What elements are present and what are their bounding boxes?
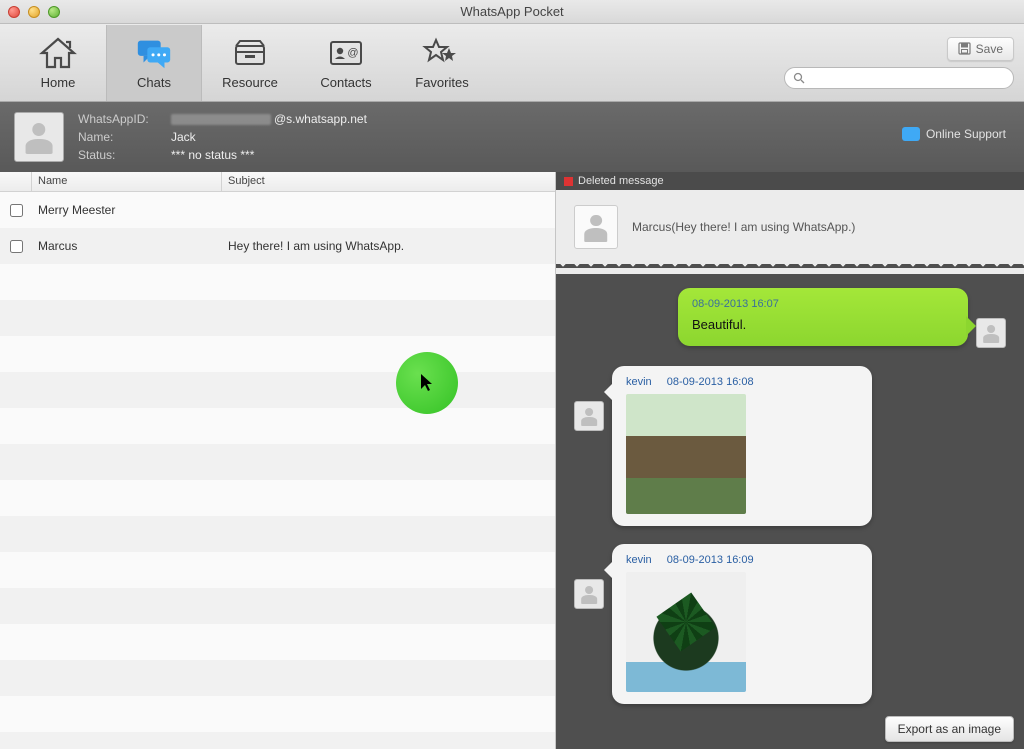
chat-header-text: Marcus(Hey there! I am using WhatsApp.)	[632, 220, 855, 234]
message-bubble[interactable]: kevin 08-09-2013 16:08	[612, 366, 872, 526]
status-label: Status:	[78, 148, 163, 162]
toolbar-favorites[interactable]: Favorites	[394, 25, 490, 101]
save-icon	[958, 42, 971, 55]
message-timestamp: 08-09-2013 16:07	[692, 298, 954, 310]
toolbar: Home Chats Resource @ Contacts Favorites	[0, 24, 1024, 102]
minimize-window-button[interactable]	[28, 6, 40, 18]
messages-area[interactable]: 08-09-2013 16:07 Beautiful. kevin 08-09-…	[556, 274, 1024, 749]
name-value: Jack	[171, 130, 196, 144]
whatsappid-value: @s.whatsapp.net	[171, 112, 367, 126]
support-icon	[902, 127, 920, 141]
contacts-icon: @	[326, 35, 366, 71]
export-label: Export as an image	[898, 722, 1001, 736]
message-sender: kevin	[626, 376, 652, 388]
message-timestamp: 08-09-2013 16:08	[667, 376, 754, 388]
message-avatar	[574, 579, 604, 609]
toolbar-label: Favorites	[415, 75, 468, 90]
toolbar-label: Resource	[222, 75, 278, 90]
chat-panel: Deleted message Marcus(Hey there! I am u…	[556, 172, 1024, 749]
zoom-window-button[interactable]	[48, 6, 60, 18]
toolbar-label: Contacts	[320, 75, 371, 90]
message-image[interactable]	[626, 572, 746, 692]
header-name[interactable]: Name	[32, 172, 222, 191]
cursor-icon	[419, 373, 435, 393]
toolbar-label: Home	[41, 75, 76, 90]
message-bubble[interactable]: 08-09-2013 16:07 Beautiful.	[678, 288, 968, 346]
online-support-label: Online Support	[926, 127, 1006, 141]
row-name: Marcus	[32, 239, 222, 253]
chat-list-panel: Name Subject Merry Meester Marcus Hey th…	[0, 172, 556, 749]
message-row-outgoing: 08-09-2013 16:07 Beautiful.	[574, 288, 1006, 348]
list-rows: Merry Meester Marcus Hey there! I am usi…	[0, 192, 555, 749]
search-input-wrapper[interactable]	[784, 67, 1014, 89]
message-avatar	[976, 318, 1006, 348]
save-button[interactable]: Save	[947, 37, 1014, 61]
header-subject[interactable]: Subject	[222, 172, 555, 191]
message-sender: kevin	[626, 554, 652, 566]
row-subject: Hey there! I am using WhatsApp.	[222, 239, 555, 253]
deleted-message-legend: Deleted message	[556, 172, 1024, 190]
list-item[interactable]: Marcus Hey there! I am using WhatsApp.	[0, 228, 555, 264]
home-icon	[38, 35, 78, 71]
close-window-button[interactable]	[8, 6, 20, 18]
toolbar-chats[interactable]: Chats	[106, 25, 202, 101]
status-value: *** no status ***	[171, 148, 254, 162]
window-title: WhatsApp Pocket	[460, 4, 563, 19]
cursor-highlight	[396, 352, 458, 414]
contact-avatar	[14, 112, 64, 162]
message-bubble[interactable]: kevin 08-09-2013 16:09	[612, 544, 872, 704]
search-icon	[793, 72, 805, 84]
toolbar-home[interactable]: Home	[10, 25, 106, 101]
message-image[interactable]	[626, 394, 746, 514]
message-avatar	[574, 401, 604, 431]
row-checkbox[interactable]	[10, 240, 23, 253]
resource-icon	[230, 35, 270, 71]
save-label: Save	[976, 42, 1003, 56]
chats-icon	[134, 35, 174, 71]
svg-text:@: @	[347, 47, 358, 59]
toolbar-label: Chats	[137, 75, 171, 90]
list-header: Name Subject	[0, 172, 555, 192]
window-controls	[8, 6, 60, 18]
message-text: Beautiful.	[692, 317, 746, 332]
contact-info-bar: WhatsAppID: @s.whatsapp.net Name: Jack S…	[0, 102, 1024, 172]
chat-contact-avatar	[574, 205, 618, 249]
deleted-indicator-icon	[564, 177, 573, 186]
favorites-icon	[422, 35, 462, 71]
online-support-link[interactable]: Online Support	[902, 127, 1006, 141]
chat-header: Marcus(Hey there! I am using WhatsApp.)	[556, 190, 1024, 264]
message-row-incoming: kevin 08-09-2013 16:08	[574, 366, 1006, 526]
deleted-label: Deleted message	[578, 175, 664, 187]
message-timestamp: 08-09-2013 16:09	[667, 554, 754, 566]
list-item[interactable]: Merry Meester	[0, 192, 555, 228]
toolbar-contacts[interactable]: @ Contacts	[298, 25, 394, 101]
search-input[interactable]	[810, 71, 1005, 85]
name-label: Name:	[78, 130, 163, 144]
whatsappid-label: WhatsAppID:	[78, 112, 163, 126]
titlebar: WhatsApp Pocket	[0, 0, 1024, 24]
row-name: Merry Meester	[32, 203, 222, 217]
message-row-incoming: kevin 08-09-2013 16:09	[574, 544, 1006, 704]
header-divider	[556, 264, 1024, 274]
row-checkbox[interactable]	[10, 204, 23, 217]
toolbar-resource[interactable]: Resource	[202, 25, 298, 101]
export-as-image-button[interactable]: Export as an image	[885, 716, 1014, 742]
